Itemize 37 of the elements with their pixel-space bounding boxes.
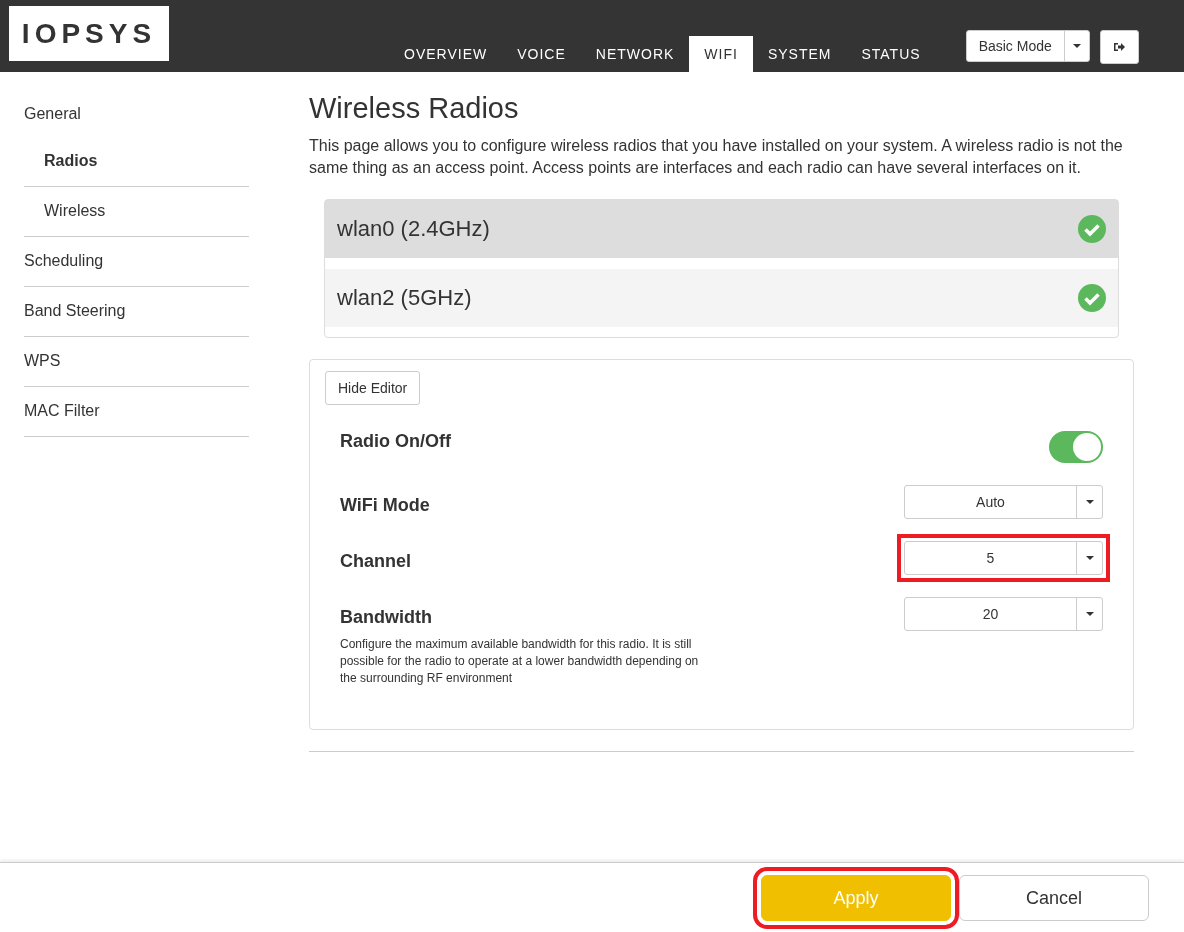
sidebar-item[interactable]: Wireless (24, 187, 249, 237)
hide-editor-button[interactable]: Hide Editor (325, 371, 421, 405)
page-description: This page allows you to configure wireless radios that you have installed on your system. A wireless radio is not the same thing as an access point. Access points are interfaces and each radio can have several interfaces on it. (309, 136, 1124, 178)
setting-label: Channel (340, 551, 411, 572)
nav-tab[interactable]: NETWORK (580, 36, 690, 72)
sidebar-item[interactable]: Band Steering (24, 287, 249, 337)
logo: IOPSYS (9, 6, 169, 61)
select-dropdown[interactable]: 20 (904, 597, 1103, 631)
toggle-switch[interactable] (1049, 431, 1103, 463)
setting-label: WiFi Mode (340, 495, 430, 516)
page-title: Wireless Radios (309, 92, 520, 125)
setting-label: Radio On/Off (340, 431, 451, 452)
logout-button[interactable] (1099, 30, 1139, 64)
sidebar-item[interactable]: Scheduling (24, 237, 249, 287)
setting-description: Configure the maximum available bandwidth for this radio. It is still possible for the radio to operate at a lower bandwidth depending on the surrounding RF environment (340, 636, 700, 687)
radio-name: wlan2 (5GHz) (337, 285, 472, 311)
caret-icon (1085, 500, 1094, 504)
nav-tab[interactable]: VOICE (502, 36, 581, 72)
setting-label: Bandwidth (340, 607, 433, 628)
footer-button[interactable]: Cancel (959, 875, 1149, 921)
sidebar-item[interactable]: General (24, 90, 249, 137)
nav-tab[interactable]: WIFI (689, 36, 753, 72)
sidebar-item[interactable]: Radios (24, 137, 249, 187)
caret-icon (1085, 612, 1094, 616)
mode-dropdown[interactable]: Basic Mode (965, 30, 1090, 62)
nav-tab[interactable]: OVERVIEW (389, 36, 503, 72)
radio-row[interactable]: wlan2 (5GHz) (325, 269, 1118, 327)
logout-icon (1113, 42, 1125, 52)
nav-tab[interactable]: SYSTEM (752, 36, 847, 72)
radio-name: wlan0 (2.4GHz) (337, 216, 490, 242)
select-dropdown[interactable]: 5 (904, 541, 1103, 575)
sidebar-item[interactable]: MAC Filter (24, 387, 249, 437)
caret-icon (1072, 44, 1081, 48)
caret-icon (1085, 556, 1094, 560)
nav-tab[interactable]: STATUS (846, 36, 936, 72)
select-dropdown[interactable]: Auto (904, 485, 1103, 519)
sidebar-item[interactable]: WPS (24, 337, 249, 387)
